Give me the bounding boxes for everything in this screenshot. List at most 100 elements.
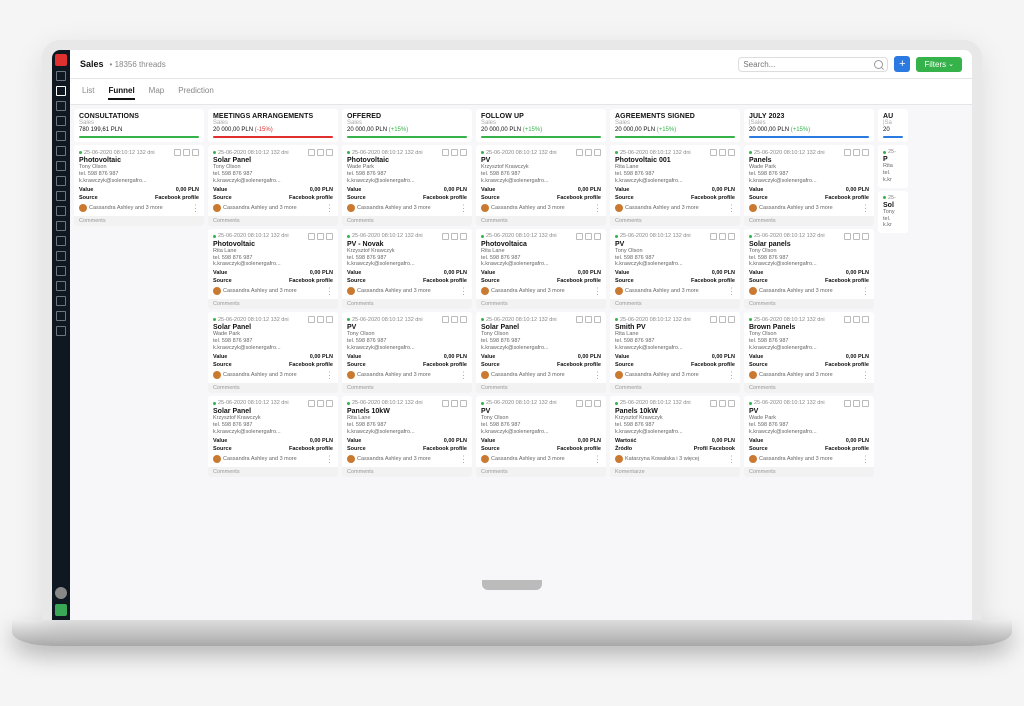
nav-icon[interactable] [56,281,66,291]
deal-card[interactable]: 25-06-2020 08:10:12 132 dni PV Krzysztof… [476,145,606,226]
more-icon[interactable]: ⋮ [861,457,869,461]
nav-icon[interactable] [56,236,66,246]
delete-icon[interactable] [460,233,467,240]
nav-icon[interactable] [56,296,66,306]
deal-card[interactable]: 25-06-2020 08:10:12 132 dni Smith PV Rit… [610,312,740,393]
deal-card[interactable]: 25-06-2020 08:10:12 132 dni PV Tony Olso… [610,229,740,310]
clipboard-icon[interactable] [844,316,851,323]
delete-icon[interactable] [862,400,869,407]
nav-icon[interactable] [56,176,66,186]
delete-icon[interactable] [594,316,601,323]
calendar-icon[interactable] [451,400,458,407]
nav-icon[interactable] [56,251,66,261]
clipboard-icon[interactable] [442,149,449,156]
delete-icon[interactable] [192,149,199,156]
clipboard-icon[interactable] [174,149,181,156]
clipboard-icon[interactable] [576,316,583,323]
card-comments[interactable]: Comments [476,467,606,477]
calendar-icon[interactable] [585,149,592,156]
clipboard-icon[interactable] [576,233,583,240]
user-avatar-icon[interactable] [55,587,67,599]
calendar-icon[interactable] [719,316,726,323]
clipboard-icon[interactable] [710,149,717,156]
add-button[interactable]: + [894,56,910,72]
nav-icon[interactable] [56,131,66,141]
card-comments[interactable]: Comments [744,467,874,477]
calendar-icon[interactable] [317,149,324,156]
nav-icon[interactable] [56,191,66,201]
more-icon[interactable]: ⋮ [325,289,333,293]
card-comments[interactable]: Comments [744,216,874,226]
clipboard-icon[interactable] [308,400,315,407]
deal-card[interactable]: 25-06-2020 08:10:12 132 dni PV - Novak K… [342,229,472,310]
deal-card[interactable]: 25-06-2020 08:10:12 132 dni Solar panels… [744,229,874,310]
more-icon[interactable]: ⋮ [325,206,333,210]
more-icon[interactable]: ⋮ [593,289,601,293]
deal-card[interactable]: 25-06-2020 08:10:12 132 dni PV Tony Olso… [342,312,472,393]
deal-card[interactable]: 25-06-2020 08:10:12 132 dni PV Tony Olso… [476,396,606,477]
tab-funnel[interactable]: Funnel [108,83,134,100]
card-comments[interactable]: Comments [476,299,606,309]
status-icon[interactable] [55,604,67,616]
card-comments[interactable]: Comments [610,216,740,226]
delete-icon[interactable] [728,149,735,156]
delete-icon[interactable] [862,233,869,240]
deal-card[interactable]: 25-06-2020 08:10:12 132 dni Brown Panels… [744,312,874,393]
search-input[interactable] [743,60,871,69]
calendar-icon[interactable] [585,400,592,407]
clipboard-icon[interactable] [710,233,717,240]
delete-icon[interactable] [728,233,735,240]
tab-prediction[interactable]: Prediction [178,83,214,100]
card-comments[interactable]: Comments [208,383,338,393]
more-icon[interactable]: ⋮ [593,373,601,377]
delete-icon[interactable] [594,149,601,156]
more-icon[interactable]: ⋮ [727,206,735,210]
calendar-icon[interactable] [719,400,726,407]
card-comments[interactable]: Comments [476,216,606,226]
delete-icon[interactable] [326,149,333,156]
more-icon[interactable]: ⋮ [861,373,869,377]
calendar-icon[interactable] [317,316,324,323]
card-comments[interactable]: Comments [342,467,472,477]
deal-card[interactable]: 25- Sol Tonytel.k.kr [878,191,908,234]
clipboard-icon[interactable] [844,233,851,240]
deal-card[interactable]: 25-06-2020 08:10:12 132 dni Solar Panel … [476,312,606,393]
clipboard-icon[interactable] [710,316,717,323]
deal-card[interactable]: 25-06-2020 08:10:12 132 dni Solar Panel … [208,312,338,393]
nav-icon[interactable] [56,116,66,126]
clipboard-icon[interactable] [844,149,851,156]
clipboard-icon[interactable] [308,149,315,156]
calendar-icon[interactable] [719,233,726,240]
nav-icon[interactable] [56,146,66,156]
calendar-icon[interactable] [317,400,324,407]
deal-card[interactable]: 25-06-2020 08:10:12 132 dni Photovoltaic… [476,229,606,310]
calendar-icon[interactable] [317,233,324,240]
nav-icon[interactable] [56,311,66,321]
card-comments[interactable]: Comments [610,299,740,309]
delete-icon[interactable] [862,316,869,323]
deal-card[interactable]: 25-06-2020 08:10:12 132 dni Solar Panel … [208,145,338,226]
nav-icon[interactable] [56,266,66,276]
card-comments[interactable]: Comments [342,383,472,393]
card-comments[interactable]: Comments [744,383,874,393]
filters-button[interactable]: Filters⌄ [916,57,962,72]
delete-icon[interactable] [326,316,333,323]
more-icon[interactable]: ⋮ [727,373,735,377]
deal-card[interactable]: 25-06-2020 08:10:12 132 dni Photovoltaic… [610,145,740,226]
deal-card[interactable]: 25-06-2020 08:10:12 132 dni Panels 10kW … [342,396,472,477]
deal-card[interactable]: 25- P Ritatel.k.kr [878,145,908,188]
card-comments[interactable]: Comments [74,216,204,226]
calendar-icon[interactable] [853,149,860,156]
deal-card[interactable]: 25-06-2020 08:10:12 132 dni Solar Panel … [208,396,338,477]
delete-icon[interactable] [460,316,467,323]
more-icon[interactable]: ⋮ [191,206,199,210]
delete-icon[interactable] [728,316,735,323]
more-icon[interactable]: ⋮ [459,457,467,461]
calendar-icon[interactable] [853,233,860,240]
more-icon[interactable]: ⋮ [459,289,467,293]
delete-icon[interactable] [594,400,601,407]
clipboard-icon[interactable] [442,316,449,323]
clipboard-icon[interactable] [308,316,315,323]
delete-icon[interactable] [326,400,333,407]
delete-icon[interactable] [862,149,869,156]
